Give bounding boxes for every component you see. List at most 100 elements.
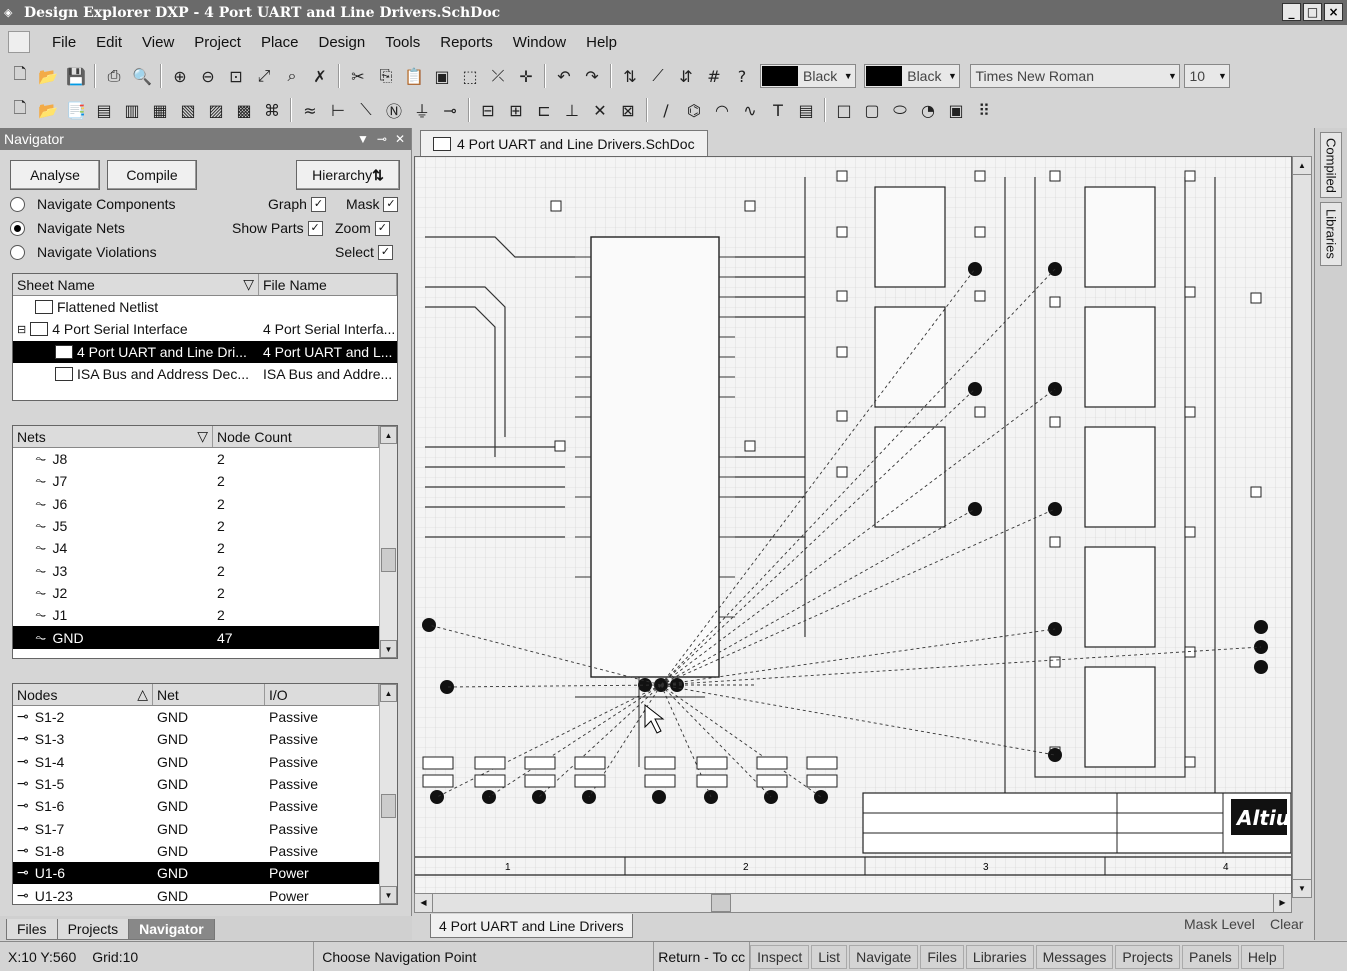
scroll-up-icon[interactable]: ▲ xyxy=(380,426,397,444)
sheet-row[interactable]: ISA Bus and Address Dec... ISA Bus and A… xyxy=(13,363,397,385)
minimize-button[interactable]: _ xyxy=(1282,3,1301,21)
tab-files[interactable]: Files xyxy=(6,919,58,940)
node-row[interactable]: ⊸ S1-6 GND Passive xyxy=(13,795,379,817)
tab-compiled[interactable]: Compiled xyxy=(1320,132,1342,198)
help-button[interactable]: Help xyxy=(1240,944,1284,969)
select-area-icon[interactable]: ⬚ xyxy=(459,65,481,87)
junction-icon[interactable]: ⊥ xyxy=(561,99,583,121)
probe-icon[interactable]: ⟋ xyxy=(647,65,669,87)
navigate-nets-radio[interactable] xyxy=(10,220,25,236)
text-frame-icon[interactable]: ▤ xyxy=(795,99,817,121)
net-row-selected[interactable]: ⏦ GND 47 xyxy=(13,626,379,649)
navigate-violations-option[interactable]: Navigate Violations xyxy=(10,244,157,260)
scroll-thumb[interactable] xyxy=(711,894,731,912)
save-icon[interactable]: 💾 xyxy=(65,65,87,87)
zoom-option[interactable]: Zoom ✓ xyxy=(335,220,390,236)
compile-button[interactable]: Compile xyxy=(107,160,197,190)
help-pointer-icon[interactable]: ? xyxy=(731,65,753,87)
navigate-components-radio[interactable] xyxy=(10,196,25,212)
menu-reports[interactable]: Reports xyxy=(430,34,503,51)
nets-scrollbar[interactable]: ▲ ▼ xyxy=(379,426,397,658)
menu-tools[interactable]: Tools xyxy=(375,34,430,51)
node-row[interactable]: ⊸ S1-8 GND Passive xyxy=(13,840,379,862)
library-icon[interactable]: ▧ xyxy=(177,99,199,121)
clear-button[interactable]: Clear xyxy=(1270,916,1303,932)
io-column-header[interactable]: I/O xyxy=(265,684,379,705)
menu-project[interactable]: Project xyxy=(184,34,251,51)
inspect-button[interactable]: Inspect xyxy=(750,944,810,969)
schematic-drawing[interactable]: Altiu 1 2 3 4 xyxy=(415,157,1292,898)
node-row[interactable]: ⊸ S1-3 GND Passive xyxy=(13,728,379,750)
node-row[interactable]: ⊸ S1-5 GND Passive xyxy=(13,773,379,795)
open-document-icon[interactable]: 📑 xyxy=(65,99,87,121)
node-row[interactable]: ⊸ S1-7 GND Passive xyxy=(13,817,379,839)
cut-icon[interactable]: ✂ xyxy=(347,65,369,87)
nets-column-header[interactable]: Nets ▽ xyxy=(13,426,213,447)
compile-icon[interactable]: ⇵ xyxy=(675,65,697,87)
menu-help[interactable]: Help xyxy=(576,34,627,51)
scroll-down-icon[interactable]: ▼ xyxy=(380,640,397,658)
navigate-button[interactable]: Navigate xyxy=(849,944,919,969)
graph-checkbox[interactable]: ✓ xyxy=(310,196,326,212)
list-button[interactable]: List xyxy=(811,944,848,969)
scroll-up-icon[interactable]: ▲ xyxy=(380,684,397,702)
scroll-up-icon[interactable]: ▲ xyxy=(1293,157,1311,175)
scroll-down-icon[interactable]: ▼ xyxy=(380,886,397,904)
scroll-left-icon[interactable]: ◀ xyxy=(415,894,433,912)
print-icon[interactable]: ⎙ xyxy=(103,65,125,87)
pin-icon[interactable]: ⊸ xyxy=(377,132,387,146)
scroll-right-icon[interactable]: ▶ xyxy=(1273,894,1291,912)
net-row[interactable]: ⏦ J5 2 xyxy=(13,515,379,537)
node-row[interactable]: ⊸ S1-2 GND Passive xyxy=(13,706,379,728)
zoom-out-icon[interactable]: ⊖ xyxy=(197,65,219,87)
rectangle-icon[interactable]: □ xyxy=(833,99,855,121)
tab-navigator[interactable]: Navigator xyxy=(128,919,215,940)
redo-icon[interactable]: ↷ xyxy=(581,65,603,87)
tab-libraries[interactable]: Libraries xyxy=(1320,202,1342,266)
font-size-combo[interactable]: 10 ▼ xyxy=(1184,64,1231,88)
deselect-icon[interactable]: ⤫ xyxy=(487,65,509,87)
arc-icon[interactable]: ◠ xyxy=(711,99,733,121)
wire-color-combo[interactable]: Black ▼ xyxy=(760,64,857,88)
place-port-icon[interactable]: ⊏ xyxy=(533,99,555,121)
nodes-scrollbar[interactable]: ▲ ▼ xyxy=(379,684,397,904)
hierarchy-icon[interactable]: ⇅ xyxy=(619,65,641,87)
menu-file[interactable]: File xyxy=(42,34,86,51)
sheet-name-column-header[interactable]: Sheet Name ▽ xyxy=(13,274,259,295)
scroll-thumb[interactable] xyxy=(381,794,396,818)
net-label-icon[interactable]: Ⓝ xyxy=(383,99,405,121)
fill-color-combo[interactable]: Black ▼ xyxy=(864,64,961,88)
place-part-icon[interactable]: ⊟ xyxy=(477,99,499,121)
messages-button[interactable]: Messages xyxy=(1035,944,1114,969)
net-row[interactable]: ⏦ J4 2 xyxy=(13,537,379,559)
zoom-selected-icon[interactable]: ⌕ xyxy=(281,65,303,87)
mask-checkbox[interactable]: ✓ xyxy=(383,196,399,212)
zoom-checkbox[interactable]: ✓ xyxy=(374,220,390,236)
place-wire-icon[interactable]: ≈ xyxy=(299,99,321,121)
sheet-tab[interactable]: 4 Port UART and Line Drivers xyxy=(430,914,633,938)
select-option[interactable]: Select ✓ xyxy=(335,244,393,260)
sheet-entry-icon[interactable]: ⊞ xyxy=(505,99,527,121)
sheet-row-selected[interactable]: 4 Port UART and Line Dri... 4 Port UART … xyxy=(13,340,397,363)
document-tab[interactable]: 4 Port UART and Line Drivers.SchDoc xyxy=(420,130,708,156)
ellipse-icon[interactable]: ⬭ xyxy=(889,99,911,121)
close-button[interactable]: × xyxy=(1324,3,1343,21)
net-row[interactable]: ⏦ J8 2 xyxy=(13,448,379,470)
bus-entry-icon[interactable]: ⟍ xyxy=(355,99,377,121)
new-file-icon[interactable]: 🗋 xyxy=(9,64,31,87)
select-checkbox[interactable]: ✓ xyxy=(377,244,393,260)
net-row[interactable]: ⏦ J6 2 xyxy=(13,493,379,515)
projects-button[interactable]: Projects xyxy=(1115,944,1180,969)
sheet-row[interactable]: ⊟ 4 Port Serial Interface 4 Port Serial I… xyxy=(13,318,397,340)
graphic-icon[interactable]: ▣ xyxy=(945,99,967,121)
bezier-icon[interactable]: ∿ xyxy=(739,99,761,121)
move-icon[interactable]: ✛ xyxy=(515,65,537,87)
power-port-icon[interactable]: ⊸ xyxy=(439,99,461,121)
menu-edit[interactable]: Edit xyxy=(86,34,132,51)
print-preview-icon[interactable]: 🔍 xyxy=(131,65,153,87)
collapse-icon[interactable]: ⊟ xyxy=(17,323,26,336)
files-button[interactable]: Files xyxy=(920,944,964,969)
hierarchy-button[interactable]: Hierarchy ⇅ xyxy=(296,160,400,190)
menu-place[interactable]: Place xyxy=(251,34,309,51)
document-menu-icon[interactable] xyxy=(8,31,30,53)
